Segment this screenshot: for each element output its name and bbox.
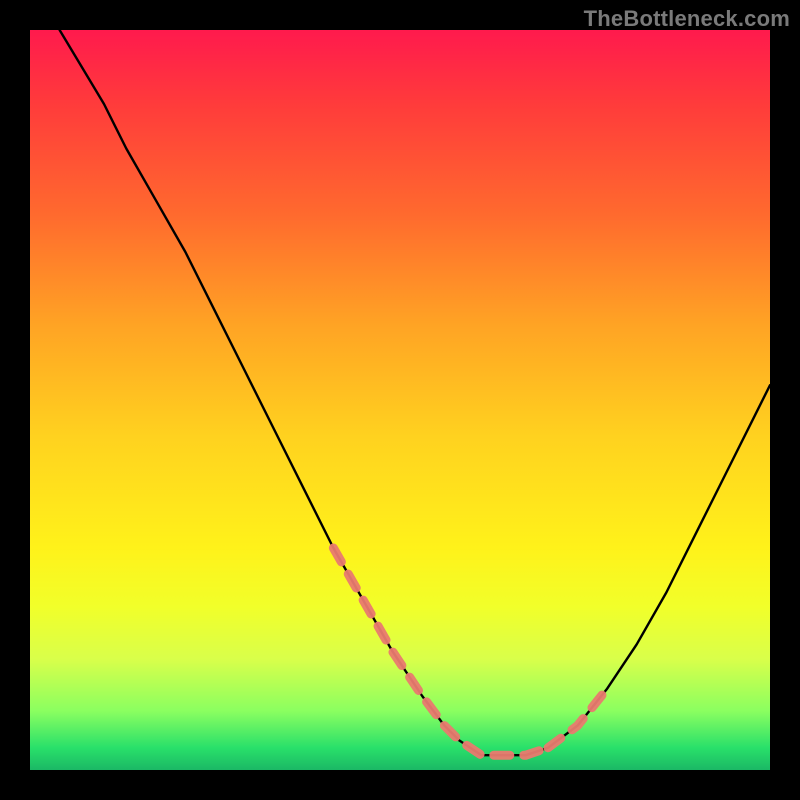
plot-content [60, 30, 770, 755]
watermark-text: TheBottleneck.com [584, 6, 790, 32]
highlight-left-dash-region [333, 548, 444, 726]
gradient-plot-area [30, 30, 770, 770]
curve-line [60, 30, 770, 755]
bottleneck-plot [30, 30, 770, 770]
highlight-right-dash-region [548, 689, 607, 748]
